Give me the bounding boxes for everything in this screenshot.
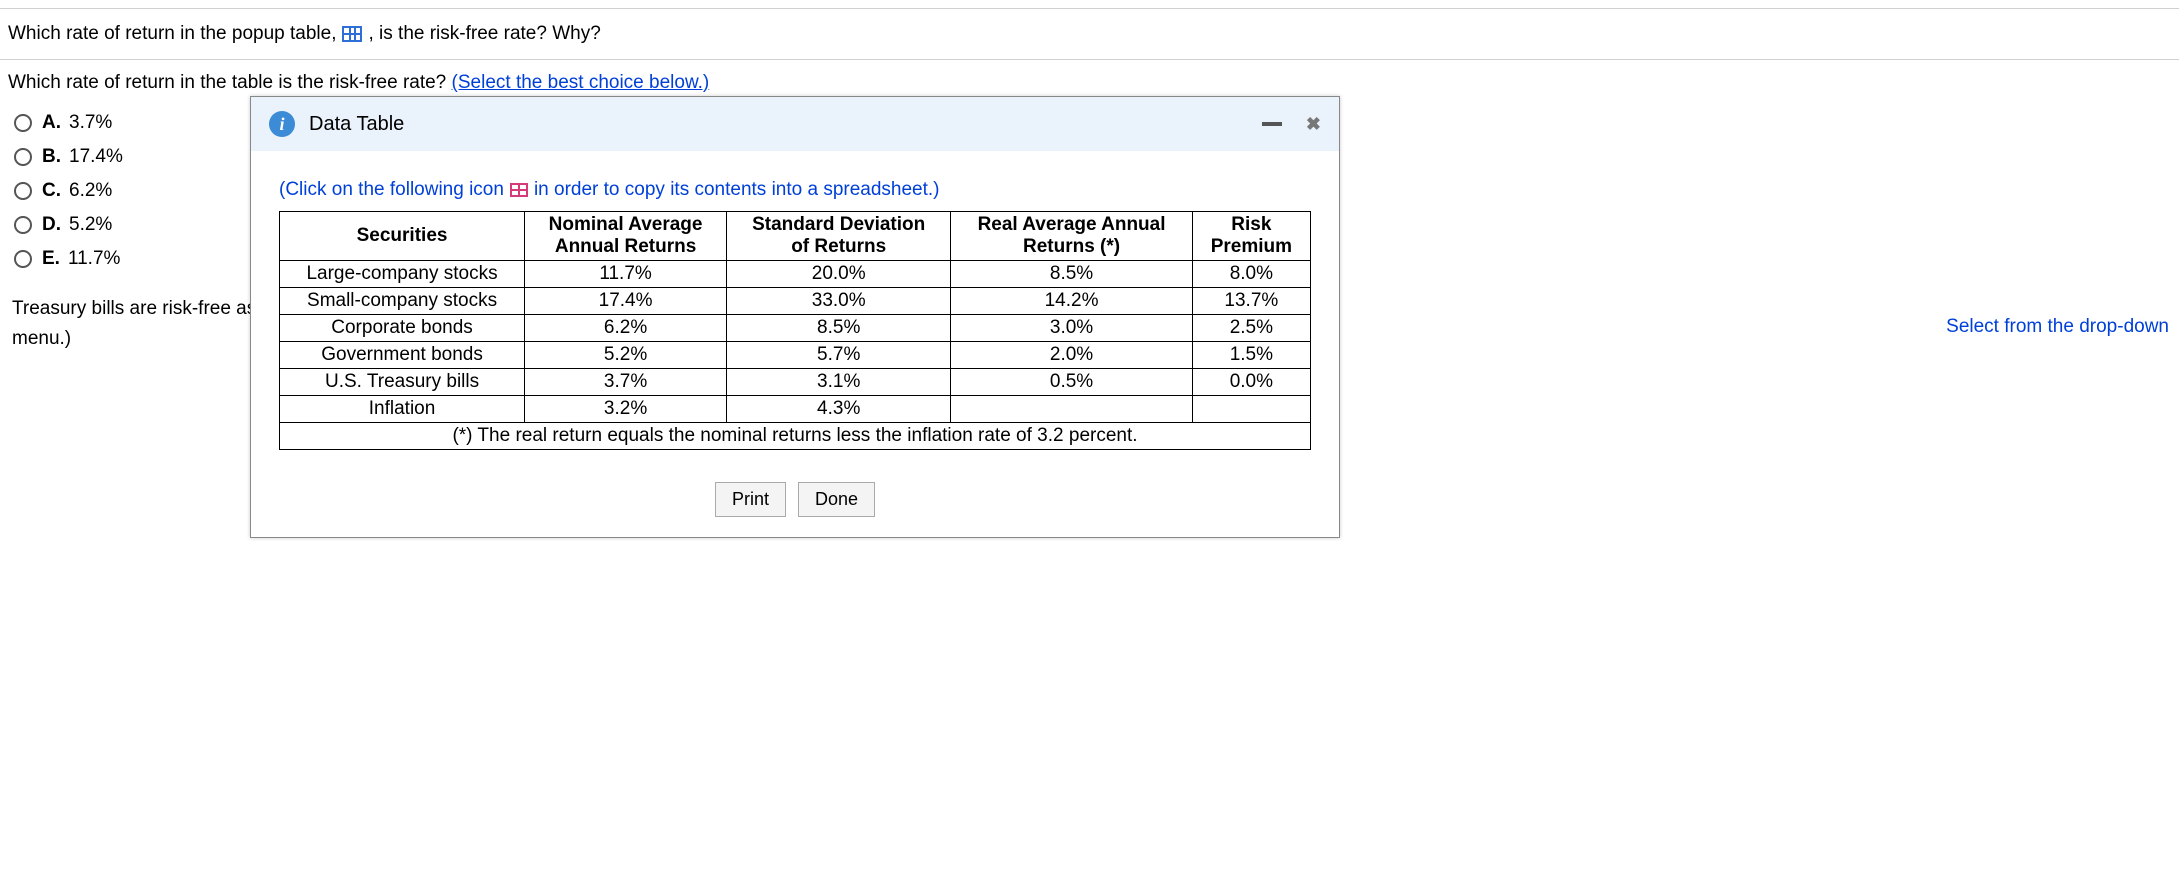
- info-icon: i: [269, 111, 295, 137]
- table-cell: 1.5%: [1192, 342, 1310, 369]
- minimize-icon[interactable]: [1262, 122, 1282, 126]
- data-table-modal: i Data Table ✖ (Click on the following i…: [250, 96, 1340, 538]
- table-cell: 13.7%: [1192, 288, 1310, 315]
- modal-header: i Data Table ✖: [251, 97, 1339, 151]
- option-label: B.17.4%: [42, 146, 123, 168]
- modal-title: Data Table: [309, 113, 404, 136]
- table-cell: [951, 396, 1192, 423]
- table-cell: 2.5%: [1192, 315, 1310, 342]
- table-cell: 17.4%: [525, 288, 727, 315]
- sub-question: Which rate of return in the table is the…: [0, 68, 2179, 96]
- table-cell: [1192, 396, 1310, 423]
- table-row: U.S. Treasury bills3.7%3.1%0.5%0.0%: [280, 369, 1311, 396]
- dropdown-hint: Select from the drop-down: [1946, 316, 2169, 338]
- table-cell: 8.5%: [951, 261, 1192, 288]
- table-cell: 20.0%: [727, 261, 951, 288]
- table-grid-icon[interactable]: [342, 26, 362, 42]
- table-cell: 33.0%: [727, 288, 951, 315]
- table-cell: 0.5%: [951, 369, 1192, 396]
- table-cell: 8.5%: [727, 315, 951, 342]
- radio-icon[interactable]: [14, 148, 32, 166]
- radio-icon[interactable]: [14, 182, 32, 200]
- option-label: E.11.7%: [42, 248, 120, 270]
- main-question-pre: Which rate of return in the popup table,: [8, 23, 336, 45]
- done-button[interactable]: Done: [798, 482, 875, 517]
- table-row: Small-company stocks17.4%33.0%14.2%13.7%: [280, 288, 1311, 315]
- table-cell: 5.7%: [727, 342, 951, 369]
- table-cell: 3.7%: [525, 369, 727, 396]
- table-row: Inflation3.2%4.3%: [280, 396, 1311, 423]
- radio-icon[interactable]: [14, 250, 32, 268]
- main-question: Which rate of return in the popup table,…: [0, 17, 2179, 51]
- table-cell: Large-company stocks: [280, 261, 525, 288]
- explanation-line1: Treasury bills are risk-free ass: [12, 298, 266, 319]
- table-cell: Corporate bonds: [280, 315, 525, 342]
- data-table: SecuritiesNominal AverageAnnual ReturnsS…: [279, 211, 1311, 450]
- copy-hint-post: in order to copy its contents into a spr…: [534, 179, 940, 201]
- table-cell: 3.2%: [525, 396, 727, 423]
- sub-question-pre: Which rate of return in the table is the…: [8, 72, 452, 93]
- table-row: Government bonds5.2%5.7%2.0%1.5%: [280, 342, 1311, 369]
- explanation-line2: menu.): [12, 328, 71, 349]
- table-cell: 5.2%: [525, 342, 727, 369]
- close-icon[interactable]: ✖: [1306, 114, 1321, 135]
- option-label: D.5.2%: [42, 214, 112, 236]
- table-header: Standard Deviationof Returns: [727, 212, 951, 261]
- table-cell: 6.2%: [525, 315, 727, 342]
- table-header: Securities: [280, 212, 525, 261]
- option-label: C.6.2%: [42, 180, 112, 202]
- main-question-post: , is the risk-free rate? Why?: [368, 23, 600, 45]
- table-cell: 2.0%: [951, 342, 1192, 369]
- table-cell: 3.1%: [727, 369, 951, 396]
- table-cell: U.S. Treasury bills: [280, 369, 525, 396]
- table-header: Nominal AverageAnnual Returns: [525, 212, 727, 261]
- copy-hint: (Click on the following icon in order to…: [279, 179, 1311, 201]
- table-cell: 8.0%: [1192, 261, 1310, 288]
- spreadsheet-icon[interactable]: [510, 183, 528, 197]
- table-row: Corporate bonds6.2%8.5%3.0%2.5%: [280, 315, 1311, 342]
- table-cell: 0.0%: [1192, 369, 1310, 396]
- copy-hint-pre: (Click on the following icon: [279, 179, 504, 201]
- option-label: A.3.7%: [42, 112, 112, 134]
- table-header: RiskPremium: [1192, 212, 1310, 261]
- table-row: Large-company stocks11.7%20.0%8.5%8.0%: [280, 261, 1311, 288]
- radio-icon[interactable]: [14, 114, 32, 132]
- table-header: Real Average AnnualReturns (*): [951, 212, 1192, 261]
- table-cell: Inflation: [280, 396, 525, 423]
- table-footnote: (*) The real return equals the nominal r…: [280, 423, 1311, 450]
- table-cell: 4.3%: [727, 396, 951, 423]
- table-cell: Small-company stocks: [280, 288, 525, 315]
- table-cell: 3.0%: [951, 315, 1192, 342]
- table-cell: 11.7%: [525, 261, 727, 288]
- table-cell: 14.2%: [951, 288, 1192, 315]
- print-button[interactable]: Print: [715, 482, 786, 517]
- radio-icon[interactable]: [14, 216, 32, 234]
- table-cell: Government bonds: [280, 342, 525, 369]
- sub-question-link: (Select the best choice below.): [452, 72, 710, 93]
